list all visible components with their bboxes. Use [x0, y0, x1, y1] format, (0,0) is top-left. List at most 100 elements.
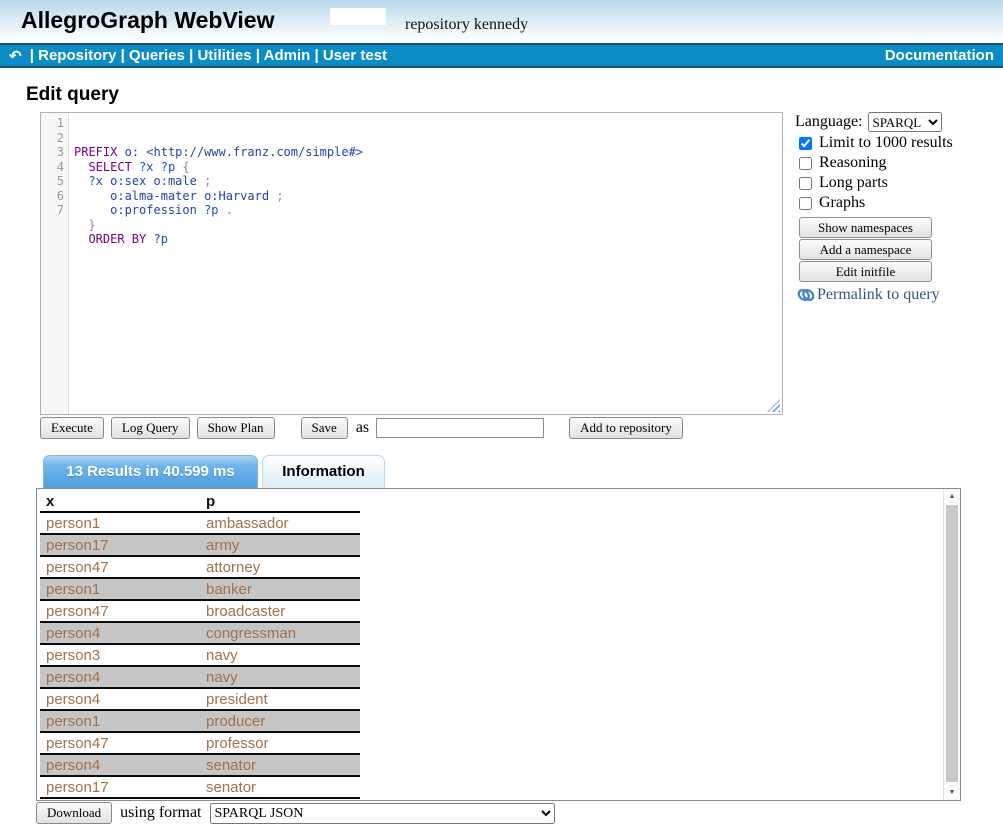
code-token: ?x	[139, 160, 153, 174]
table-cell[interactable]: person47	[40, 556, 200, 578]
code-token: .	[226, 203, 233, 217]
table-cell[interactable]: person1	[40, 710, 200, 732]
checkbox-limit-to-1000-results[interactable]	[799, 137, 812, 150]
code-line[interactable]: }	[74, 218, 782, 233]
nav-menu: | Repository | Queries | Utilities | Adm…	[26, 47, 387, 64]
vertical-scrollbar[interactable]: ▲ ▼	[943, 489, 960, 800]
show-plan-button[interactable]: Show Plan	[197, 417, 275, 439]
code-token: ORDER BY	[88, 232, 146, 246]
table-cell[interactable]: army	[200, 534, 360, 556]
checkbox-label: Limit to 1000 results	[819, 134, 953, 152]
table-cell[interactable]: person1	[40, 512, 200, 534]
webview-page: AllegroGraph WebView repository kennedy …	[0, 0, 1003, 831]
table-cell[interactable]: person3	[40, 644, 200, 666]
table-header-row: x p	[40, 491, 360, 512]
option-long-parts[interactable]: Long parts	[795, 173, 1001, 193]
download-row: Download using format SPARQL JSON	[36, 802, 555, 824]
code-token	[197, 203, 204, 217]
line-number: 7	[41, 203, 64, 218]
nav-separator: |	[310, 47, 323, 64]
tab-information[interactable]: Information	[262, 455, 385, 488]
option-limit-to-1000-results[interactable]: Limit to 1000 results	[795, 133, 1001, 153]
table-cell[interactable]: person17	[40, 534, 200, 556]
checkbox-long-parts[interactable]	[799, 177, 812, 190]
code-token: PREFIX	[74, 145, 117, 159]
table-cell[interactable]: person1	[40, 578, 200, 600]
scroll-down-icon[interactable]: ▼	[944, 789, 960, 796]
save-button[interactable]: Save	[301, 417, 348, 439]
link-icon	[797, 287, 815, 303]
code-line[interactable]: ORDER BY ?p	[74, 232, 782, 247]
table-cell[interactable]: person4	[40, 688, 200, 710]
table-cell[interactable]: professor	[200, 732, 360, 754]
table-cell[interactable]: congressman	[200, 622, 360, 644]
code-token	[146, 174, 153, 188]
download-button[interactable]: Download	[36, 802, 112, 824]
nav-item-documentation[interactable]: Documentation	[885, 47, 994, 64]
save-name-input[interactable]	[376, 418, 544, 438]
log-query-button[interactable]: Log Query	[111, 417, 190, 439]
code-token: o:sex	[110, 174, 146, 188]
code-token	[117, 145, 124, 159]
action-row: Execute Log Query Show Plan Save as Add …	[40, 417, 683, 439]
table-row: person47broadcaster	[40, 600, 360, 622]
table-cell[interactable]: senator	[200, 754, 360, 776]
language-select[interactable]: SPARQL	[868, 112, 942, 132]
show-namespaces-button[interactable]: Show namespaces	[799, 217, 932, 238]
nav-item-admin[interactable]: Admin	[264, 47, 311, 64]
table-cell[interactable]: broadcaster	[200, 600, 360, 622]
nav-item-repository[interactable]: Repository	[38, 47, 116, 64]
redacted-area	[330, 8, 386, 25]
code-line[interactable]: o:alma-mater o:Harvard ;	[74, 189, 782, 204]
table-row: person47professor	[40, 732, 360, 754]
table-row: person1ambassador	[40, 512, 360, 534]
nav-bar: ↶ | Repository | Queries | Utilities | A…	[0, 43, 1003, 68]
table-cell[interactable]: person47	[40, 600, 200, 622]
nav-item-utilities[interactable]: Utilities	[197, 47, 251, 64]
option-reasoning[interactable]: Reasoning	[795, 153, 1001, 173]
code-token: o:profession	[110, 203, 197, 217]
checkbox-graphs[interactable]	[799, 197, 812, 210]
execute-button[interactable]: Execute	[40, 417, 104, 439]
code-line[interactable]: o:profession ?p .	[74, 203, 782, 218]
scroll-up-icon[interactable]: ▲	[944, 493, 960, 500]
query-editor[interactable]: 1234567 PREFIX o: <http://www.franz.com/…	[40, 112, 783, 415]
table-cell[interactable]: senator	[200, 776, 360, 798]
editor-code[interactable]: PREFIX o: <http://www.franz.com/simple#>…	[69, 113, 782, 414]
code-token: SELECT	[88, 160, 131, 174]
checkbox-reasoning[interactable]	[799, 157, 812, 170]
table-cell[interactable]: navy	[200, 644, 360, 666]
nav-item-user-test[interactable]: User test	[323, 47, 387, 64]
table-cell[interactable]: person4	[40, 754, 200, 776]
table-cell[interactable]: person4	[40, 666, 200, 688]
results-table-body: person1ambassadorperson17armyperson47att…	[40, 512, 360, 798]
table-cell[interactable]: banker	[200, 578, 360, 600]
permalink-link[interactable]: Permalink to query	[797, 286, 1001, 304]
option-graphs[interactable]: Graphs	[795, 193, 1001, 213]
nav-item-queries[interactable]: Queries	[129, 47, 185, 64]
code-token: ?x	[88, 174, 102, 188]
checkbox-label: Long parts	[819, 174, 888, 192]
table-cell[interactable]: producer	[200, 710, 360, 732]
scrollbar-thumb[interactable]	[946, 505, 958, 782]
add-a-namespace-button[interactable]: Add a namespace	[799, 239, 932, 260]
table-cell[interactable]: president	[200, 688, 360, 710]
code-line[interactable]: PREFIX o: <http://www.franz.com/simple#>	[74, 145, 782, 160]
add-to-repository-button[interactable]: Add to repository	[569, 417, 683, 439]
edit-initfile-button[interactable]: Edit initfile	[799, 261, 932, 282]
code-line[interactable]: SELECT ?x ?p {	[74, 160, 782, 175]
table-cell[interactable]: person17	[40, 776, 200, 798]
table-row: person3navy	[40, 644, 360, 666]
table-cell[interactable]: person47	[40, 732, 200, 754]
code-token: o:Harvard	[204, 189, 269, 203]
format-select[interactable]: SPARQL JSON	[210, 803, 555, 824]
back-arrow-icon[interactable]: ↶	[9, 47, 22, 65]
format-label: using format	[120, 804, 201, 822]
table-cell[interactable]: person4	[40, 622, 200, 644]
tab-results[interactable]: 13 Results in 40.599 ms	[43, 455, 258, 488]
table-cell[interactable]: attorney	[200, 556, 360, 578]
code-line[interactable]: ?x o:sex o:male ;	[74, 174, 782, 189]
table-cell[interactable]: navy	[200, 666, 360, 688]
table-cell[interactable]: ambassador	[200, 512, 360, 534]
code-token: o:alma-mater	[110, 189, 197, 203]
